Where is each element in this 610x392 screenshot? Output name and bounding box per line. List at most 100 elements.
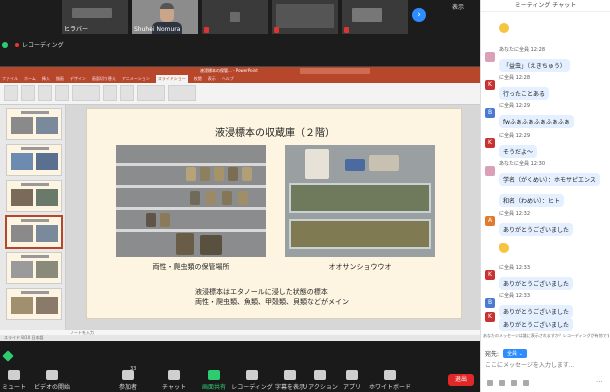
slide-thumbnail[interactable] xyxy=(6,108,62,140)
ribbon-button[interactable] xyxy=(103,85,117,101)
chat-message: 和名（わめい）：ヒト xyxy=(485,188,609,207)
slide-thumbnail[interactable] xyxy=(6,252,62,284)
chat-message: K ありがとうございました xyxy=(485,312,609,331)
ppt-tab-active[interactable]: スライドショー xyxy=(155,75,188,83)
thumb-title xyxy=(21,291,49,294)
recording-dot-icon xyxy=(15,42,19,47)
blurred-region xyxy=(352,8,382,22)
mic-muted-icon xyxy=(344,27,349,33)
record-icon xyxy=(246,370,258,380)
ppt-tab[interactable]: 挿入 xyxy=(42,75,50,83)
zoom-main-area: ヒラバー Shuhei Nomura › 表示 レコーディング 液浸標本の保管.… xyxy=(0,0,480,392)
ribbon-button[interactable] xyxy=(72,85,100,101)
whiteboard-label: ホワイトボード xyxy=(368,384,411,391)
more-options-icon[interactable]: ··· xyxy=(596,378,603,386)
participants-count: 33 xyxy=(130,366,137,372)
ppt-tab[interactable]: 描画 xyxy=(56,75,64,83)
message-bubble: 学名（がくめい）：ホモサピエンス xyxy=(499,173,600,186)
message-bubble: そうだよ～ xyxy=(499,145,538,158)
container xyxy=(345,159,365,171)
slide-thumbnail[interactable] xyxy=(6,288,62,320)
tank xyxy=(289,183,431,213)
ppt-tab[interactable]: ホーム xyxy=(24,75,36,83)
ribbon-button[interactable] xyxy=(4,85,18,101)
chat-input[interactable] xyxy=(485,360,605,372)
participants-label: 参加者 xyxy=(118,384,137,391)
sender-avatar: K xyxy=(485,312,495,322)
ppt-tab[interactable]: ヘルプ xyxy=(222,75,234,83)
participant-tile[interactable] xyxy=(272,0,338,34)
chat-header: ミーティング チャット xyxy=(481,0,610,12)
container xyxy=(369,155,399,171)
view-button[interactable]: 表示 xyxy=(452,2,464,11)
message-bubble: 「益虫」（えきちゅう） xyxy=(499,59,570,72)
specimen-shelf-photo xyxy=(116,145,266,257)
ribbon-button[interactable] xyxy=(55,85,69,101)
ppt-search-box[interactable] xyxy=(300,68,370,74)
shelf xyxy=(116,229,266,232)
ribbon-button[interactable] xyxy=(38,85,52,101)
slide-thumbnail[interactable] xyxy=(6,144,62,176)
message-bubble: ありがとうございました xyxy=(499,277,574,290)
specimen-jar xyxy=(160,213,170,227)
slide-thumbnail-selected[interactable] xyxy=(5,215,63,249)
ribbon-button[interactable] xyxy=(120,85,134,101)
specimen-jar xyxy=(146,213,156,227)
whiteboard-button[interactable]: ホワイトボード xyxy=(362,370,418,391)
message-meta: に全員 12:28 xyxy=(499,75,530,81)
sender-avatar: K xyxy=(485,270,495,280)
thumb-photo xyxy=(11,189,33,206)
chat-recipient: 宛先: 全員 ⌄ xyxy=(485,349,527,358)
message-meta: に全員 12:32 xyxy=(499,211,530,217)
thumb-photo xyxy=(36,297,58,314)
next-participants-button[interactable]: › xyxy=(412,8,426,22)
ppt-window-title: 液浸標本の保管... - PowerPoint xyxy=(200,68,258,73)
share-label: 画面共有 xyxy=(201,384,226,391)
thumb-photo xyxy=(11,153,33,170)
slide-thumbnail[interactable] xyxy=(6,180,62,212)
container xyxy=(305,149,329,179)
ppt-tab[interactable]: デザイン xyxy=(70,75,86,83)
sender-avatar: B xyxy=(485,108,495,118)
thumb-title xyxy=(21,255,49,258)
specimen-jar xyxy=(242,167,252,181)
photo-caption: オオサンショウウオ xyxy=(328,263,392,271)
sender-avatar xyxy=(485,52,495,62)
apps-label: アプリ xyxy=(342,384,361,391)
thumb-title xyxy=(21,111,49,114)
screen: ヒラバー Shuhei Nomura › 表示 レコーディング 液浸標本の保管.… xyxy=(0,0,610,392)
chat-label: チャット xyxy=(162,384,186,391)
ribbon-button[interactable] xyxy=(137,85,165,101)
annotate-icon[interactable] xyxy=(2,350,14,362)
start-video-button[interactable]: ビデオの開始 xyxy=(24,370,80,391)
leave-button[interactable]: 退出 xyxy=(448,374,474,386)
participant-tile-active-speaker[interactable]: Shuhei Nomura xyxy=(132,0,198,34)
ppt-tab[interactable]: アニメーション xyxy=(122,75,150,83)
sender-avatar: B xyxy=(485,298,495,308)
ppt-tab[interactable]: ファイル xyxy=(2,75,18,83)
format-icon[interactable] xyxy=(487,380,493,386)
recipient-dropdown[interactable]: 全員 ⌄ xyxy=(503,349,527,358)
slide-description: 液浸標本はエタノールに浸した状態の標本 両性・爬虫類、魚類、甲殻類、貝類などがメ… xyxy=(195,287,349,307)
participant-tile[interactable] xyxy=(202,0,268,34)
thumb-title xyxy=(21,219,49,222)
screenshot-icon[interactable] xyxy=(523,380,529,386)
share-screen-icon xyxy=(208,370,220,380)
ribbon-button[interactable] xyxy=(21,85,35,101)
sender-avatar xyxy=(485,166,495,176)
file-icon[interactable] xyxy=(511,380,517,386)
emoji-icon[interactable] xyxy=(499,380,505,386)
thumb-photo xyxy=(11,261,33,278)
ppt-tab[interactable]: 表示 xyxy=(208,75,216,83)
chat-bubble-icon xyxy=(168,370,180,380)
salamander-tank-photo xyxy=(285,145,435,257)
participant-tile[interactable]: ヒラバー xyxy=(62,0,128,34)
photo-caption: 両性・爬虫類の保管場所 xyxy=(152,263,230,271)
participant-tile[interactable] xyxy=(342,0,408,34)
slide-title: 液浸標本の収蔵庫（２階） xyxy=(215,128,335,139)
ppt-tab[interactable]: 校閲 xyxy=(194,75,202,83)
waving-hand-emoji-icon xyxy=(499,243,509,253)
slide-thumbnail-panel xyxy=(0,105,66,330)
ppt-tab[interactable]: 画面切り替え xyxy=(92,75,116,83)
ribbon-button[interactable] xyxy=(168,85,196,101)
